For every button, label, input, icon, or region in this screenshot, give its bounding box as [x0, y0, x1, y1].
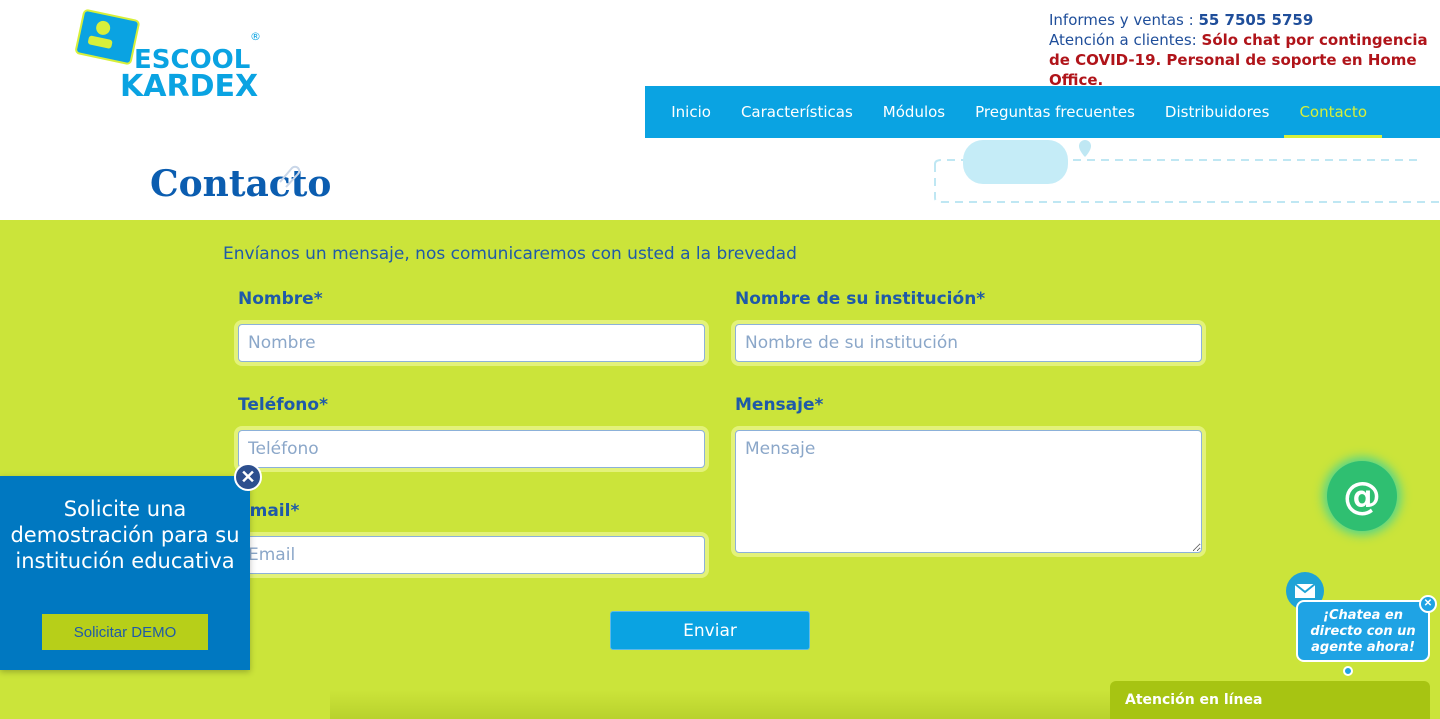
send-button[interactable]: Enviar: [610, 611, 810, 650]
nav-item-caracteristicas[interactable]: Características: [726, 86, 868, 138]
section-shadow: [330, 690, 1110, 719]
at-sign-icon: @: [1343, 474, 1381, 518]
name-input[interactable]: [238, 324, 705, 362]
form-intro-text: Envíanos un mensaje, nos comunicaremos c…: [223, 244, 797, 264]
phone-label: Teléfono*: [238, 395, 328, 415]
message-textarea[interactable]: [735, 430, 1202, 553]
email-input[interactable]: [238, 536, 705, 574]
svg-text:@: @: [1343, 474, 1381, 518]
nav-item-contacto[interactable]: Contacto: [1284, 86, 1382, 138]
institution-label: Nombre de su institución*: [735, 289, 986, 309]
nav-item-modulos[interactable]: Módulos: [868, 86, 960, 138]
institution-input[interactable]: [735, 324, 1202, 362]
online-support-bar[interactable]: Atención en línea: [1110, 681, 1430, 719]
header-contact-info: Informes y ventas : 55 7505 5759 Atenció…: [1049, 10, 1440, 90]
support-notice-continued: de COVID-19. Personal de soporte en Home…: [1049, 51, 1417, 89]
paperclip-decoration-icon: [279, 165, 301, 188]
support-notice: Sólo chat por contingencia: [1201, 31, 1428, 49]
sales-line: Informes y ventas : 55 7505 5759: [1049, 10, 1440, 30]
close-chat-bubble-icon[interactable]: ✕: [1419, 595, 1437, 613]
support-label: Atención a clientes:: [1049, 31, 1202, 49]
hero-decoration-map: [934, 140, 1440, 203]
svg-text:®: ®: [250, 30, 261, 43]
support-line: Atención a clientes: Sólo chat por conti…: [1049, 30, 1440, 50]
chat-bubble-pointer: [1343, 666, 1353, 676]
nav-item-distribuidores[interactable]: Distribuidores: [1150, 86, 1285, 138]
email-contact-floating-button[interactable]: @: [1327, 461, 1397, 531]
chat-invite-bubble[interactable]: ¡Chatea en directo con un agente ahora!: [1296, 600, 1430, 662]
svg-text:KARDEX: KARDEX: [120, 69, 258, 104]
sales-label: Informes y ventas :: [1049, 11, 1199, 29]
message-label: Mensaje*: [735, 395, 824, 415]
request-demo-button[interactable]: Solicitar DEMO: [42, 614, 208, 650]
main-nav: Inicio Características Módulos Preguntas…: [645, 86, 1440, 138]
name-label: Nombre*: [238, 289, 323, 309]
close-demo-popup-icon[interactable]: ✕: [234, 463, 262, 491]
demo-request-popup: Solicite una demostración para su instit…: [0, 476, 250, 670]
nav-item-inicio[interactable]: Inicio: [656, 86, 726, 138]
sales-phone[interactable]: 55 7505 5759: [1198, 11, 1313, 29]
nav-item-preguntas-frecuentes[interactable]: Preguntas frecuentes: [960, 86, 1150, 138]
phone-input[interactable]: [238, 430, 705, 468]
page-title: Contacto: [150, 163, 332, 205]
demo-popup-text: Solicite una demostración para su instit…: [10, 497, 240, 573]
escool-kardex-logo[interactable]: ESCOOL KARDEX ®: [72, 8, 272, 104]
